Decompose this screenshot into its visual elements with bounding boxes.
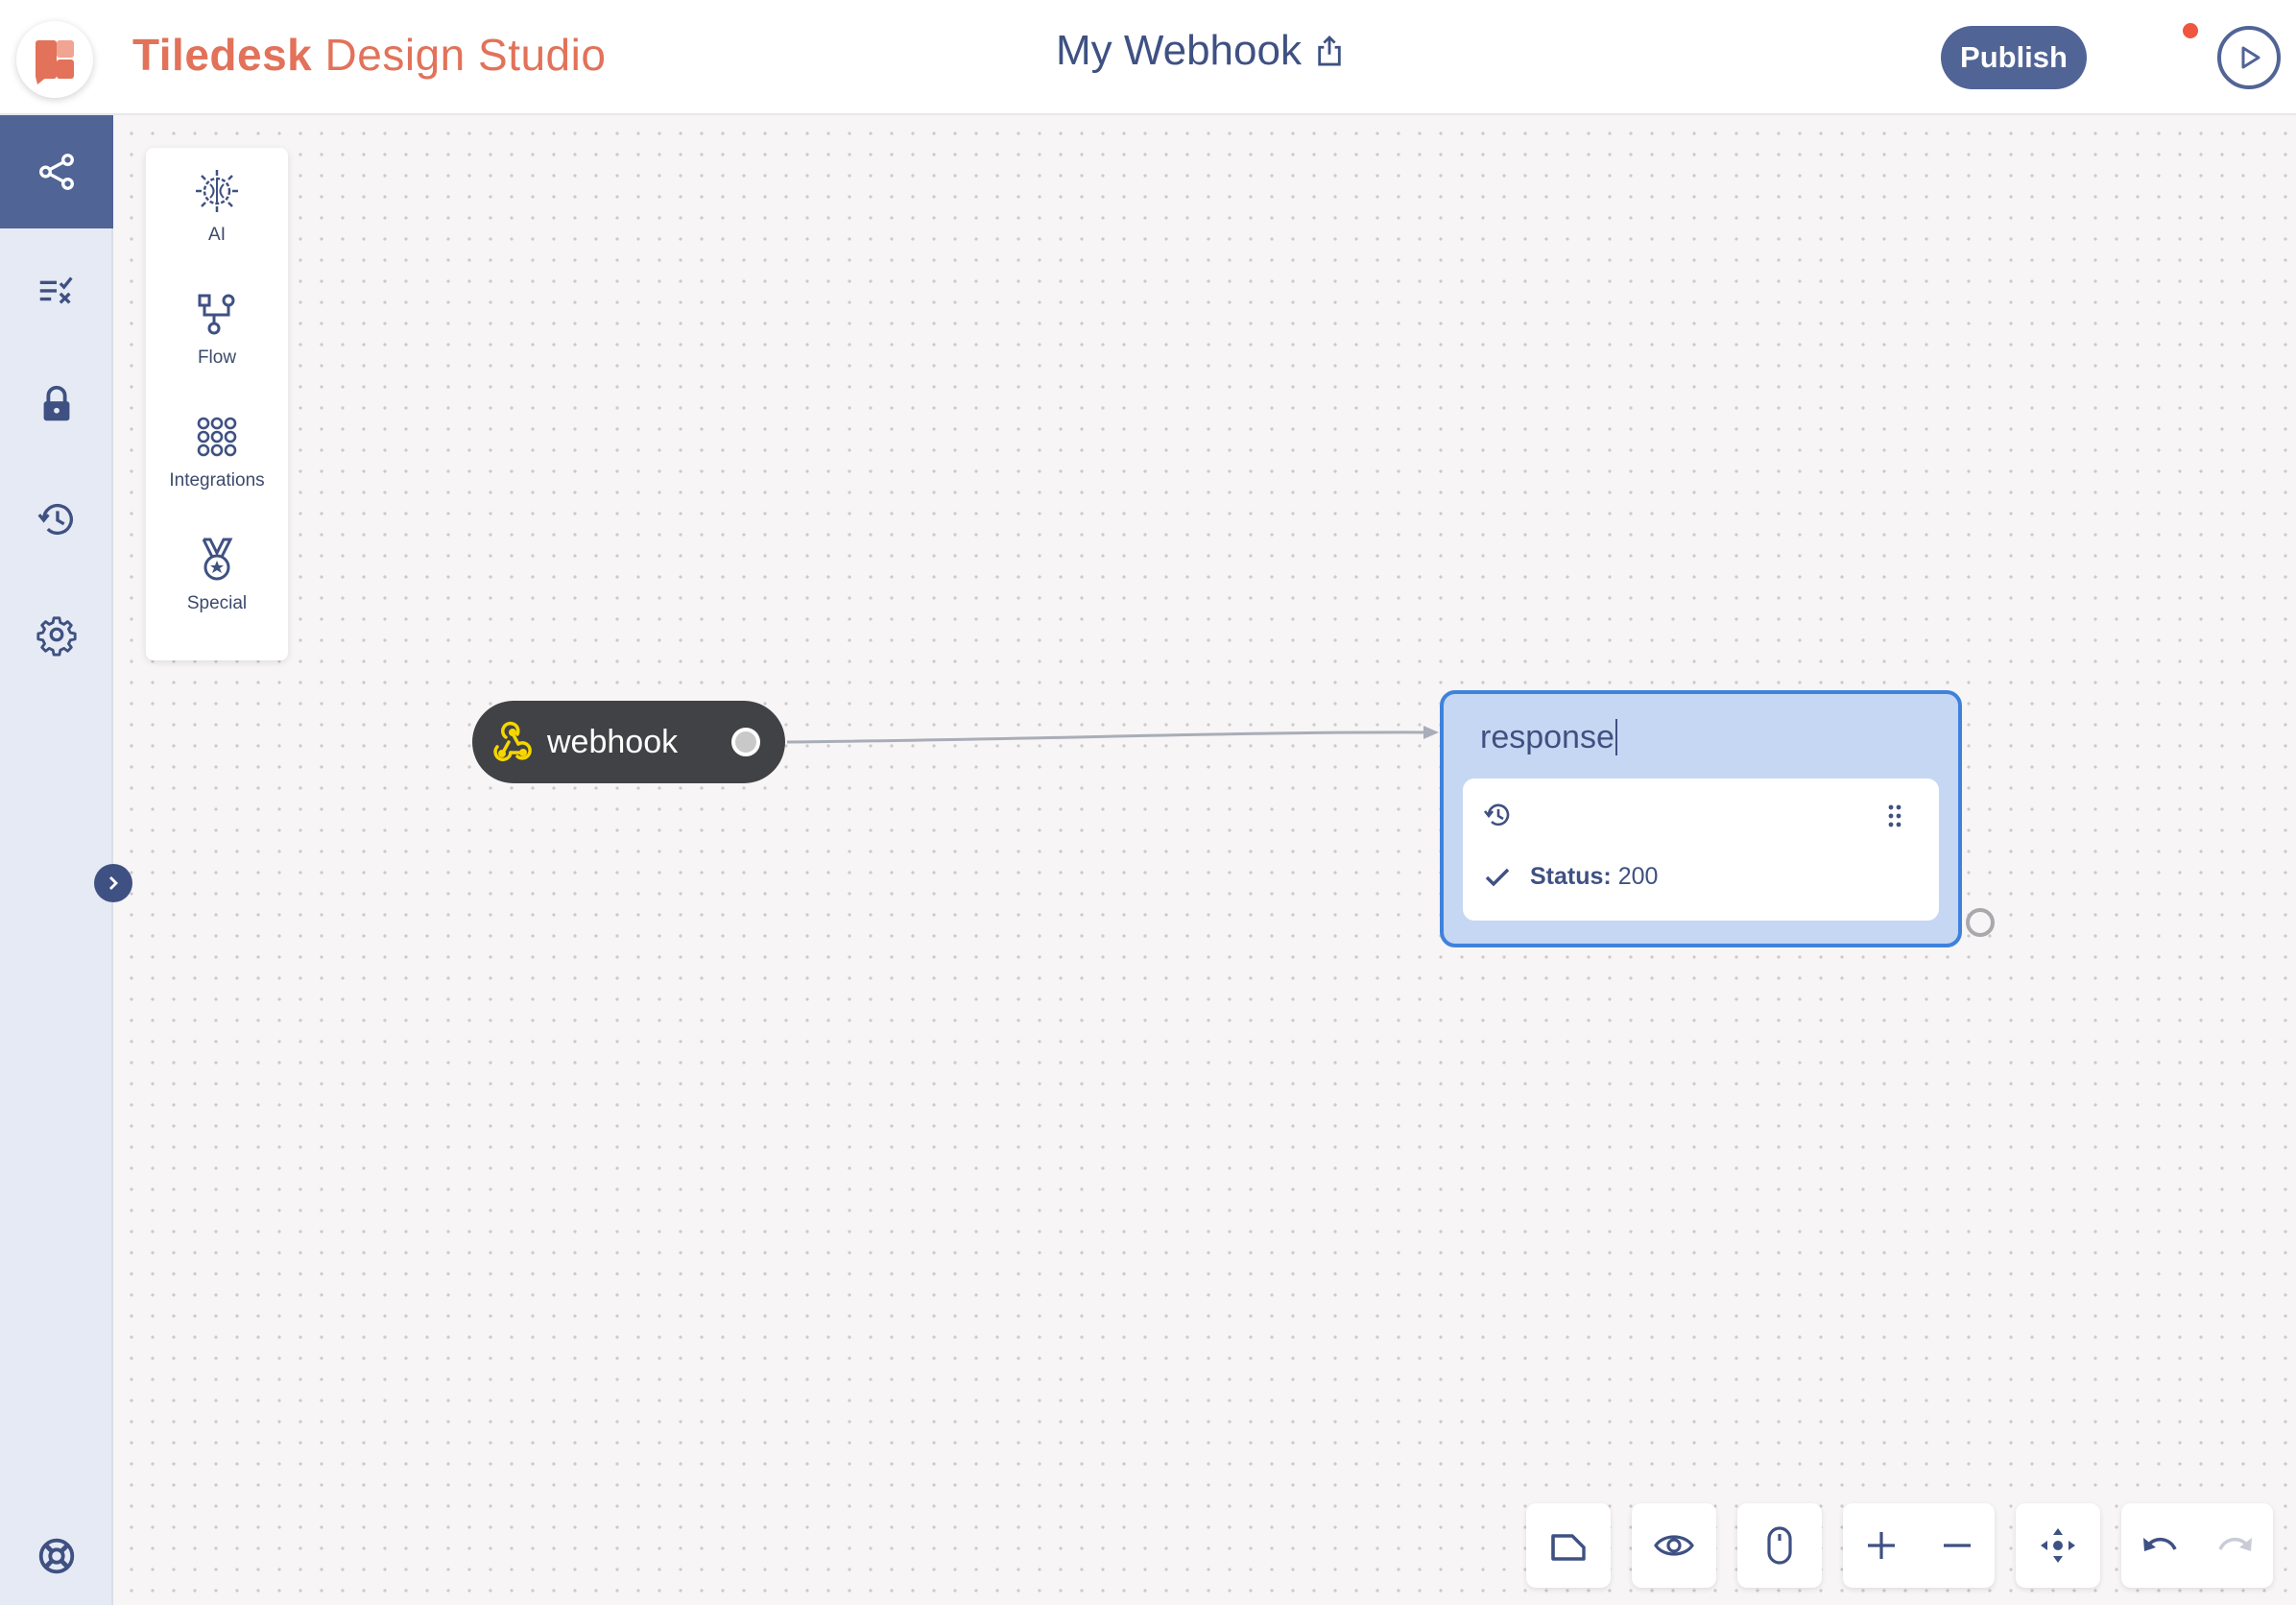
- palette-label: Integrations: [169, 470, 265, 491]
- note-icon: [1551, 1534, 1586, 1561]
- bot-title[interactable]: My Webhook: [1056, 27, 1302, 75]
- block-palette: AI Flow Integrations Special: [146, 148, 288, 660]
- webhook-output-port[interactable]: [731, 728, 760, 756]
- zoom-in-icon: [1867, 1532, 1895, 1559]
- fit-center-button[interactable]: [2024, 1503, 2092, 1588]
- webhook-response-action[interactable]: Status: 200: [1463, 779, 1939, 921]
- palette-label: Special: [186, 593, 248, 613]
- bot-title-area: My Webhook: [1056, 27, 1344, 75]
- tiledesk-logo-icon: [36, 40, 74, 84]
- block-title[interactable]: response: [1480, 719, 1617, 756]
- redo-button[interactable]: [2202, 1503, 2269, 1588]
- toolbar-history-group: [2121, 1503, 2273, 1588]
- palette-item-special[interactable]: Special: [146, 516, 288, 632]
- webhook-icon: [493, 721, 532, 761]
- palette-item-flow[interactable]: Flow: [146, 271, 288, 386]
- drag-handle-icon[interactable]: [1887, 803, 1902, 828]
- response-block[interactable]: response Status: 200: [1440, 690, 1962, 947]
- history-icon: [37, 503, 73, 536]
- flow-canvas[interactable]: [115, 117, 2296, 1605]
- notification-dot: [2181, 21, 2200, 40]
- status-row: Status: 200: [1484, 863, 1658, 891]
- add-note-button[interactable]: [1535, 1503, 1602, 1588]
- sidebar-item-settings[interactable]: [0, 578, 113, 691]
- preview-button[interactable]: [1640, 1503, 1708, 1588]
- gear-icon: [36, 616, 77, 657]
- webhook-node-label: webhook: [547, 723, 679, 760]
- lock-icon: [43, 385, 70, 421]
- response-history-icon: [1483, 803, 1510, 826]
- play-button[interactable]: [2217, 26, 2281, 89]
- medal-icon: [202, 538, 233, 581]
- publish-button[interactable]: Publish: [1941, 26, 2087, 89]
- zoom-out-button[interactable]: [1924, 1503, 1991, 1588]
- toolbar-zoom-group: [1843, 1503, 1995, 1588]
- share-icon: [39, 154, 74, 190]
- palette-item-integrations[interactable]: Integrations: [146, 394, 288, 509]
- flow-icon: [198, 294, 235, 335]
- redo-icon: [2217, 1537, 2252, 1551]
- fit-center-icon: [2041, 1528, 2075, 1563]
- zoom-in-button[interactable]: [1848, 1503, 1915, 1588]
- response-output-port[interactable]: [1966, 908, 1995, 937]
- palette-label: Flow: [197, 347, 237, 368]
- undo-icon: [2142, 1537, 2177, 1551]
- expand-panel-button[interactable]: [94, 864, 132, 902]
- toolbar-view-group: [1632, 1503, 1716, 1588]
- sidebar-item-rules[interactable]: [0, 232, 113, 346]
- sidebar-item-support[interactable]: [0, 1499, 113, 1605]
- sidebar-item-history[interactable]: [0, 463, 113, 576]
- mouse-icon: [1767, 1526, 1792, 1565]
- eye-icon: [1654, 1535, 1694, 1556]
- chevron-right-icon: [109, 876, 118, 890]
- zoom-out-icon: [1943, 1544, 1971, 1547]
- toolbar-center-group: [2016, 1503, 2100, 1588]
- palette-label: AI: [208, 225, 226, 245]
- palette-item-ai[interactable]: AI: [146, 148, 288, 263]
- checkmark-icon: [1485, 868, 1510, 886]
- sidebar-item-flow[interactable]: [0, 115, 113, 228]
- brand-name: Tiledesk Design Studio: [132, 30, 607, 80]
- status-value: 200: [1617, 863, 1659, 890]
- support-icon: [38, 1538, 75, 1574]
- ai-brain-icon: [196, 170, 238, 212]
- tiledesk-logo[interactable]: [16, 21, 93, 98]
- toolbar-mouse-group: [1737, 1503, 1822, 1588]
- webhook-start-node[interactable]: webhook: [472, 701, 785, 783]
- left-sidebar: [0, 0, 113, 1605]
- logo-area: [0, 0, 113, 115]
- text-caret: [1614, 719, 1617, 755]
- status-label: Status:: [1530, 863, 1612, 890]
- checklist-icon: [39, 276, 73, 304]
- play-icon: [2241, 46, 2260, 69]
- mouse-mode-button[interactable]: [1746, 1503, 1813, 1588]
- undo-button[interactable]: [2126, 1503, 2193, 1588]
- sidebar-item-secrets[interactable]: [0, 347, 113, 461]
- toolbar-notes-group: [1526, 1503, 1611, 1588]
- export-icon[interactable]: [1315, 35, 1344, 67]
- integrations-grid-icon: [197, 417, 237, 457]
